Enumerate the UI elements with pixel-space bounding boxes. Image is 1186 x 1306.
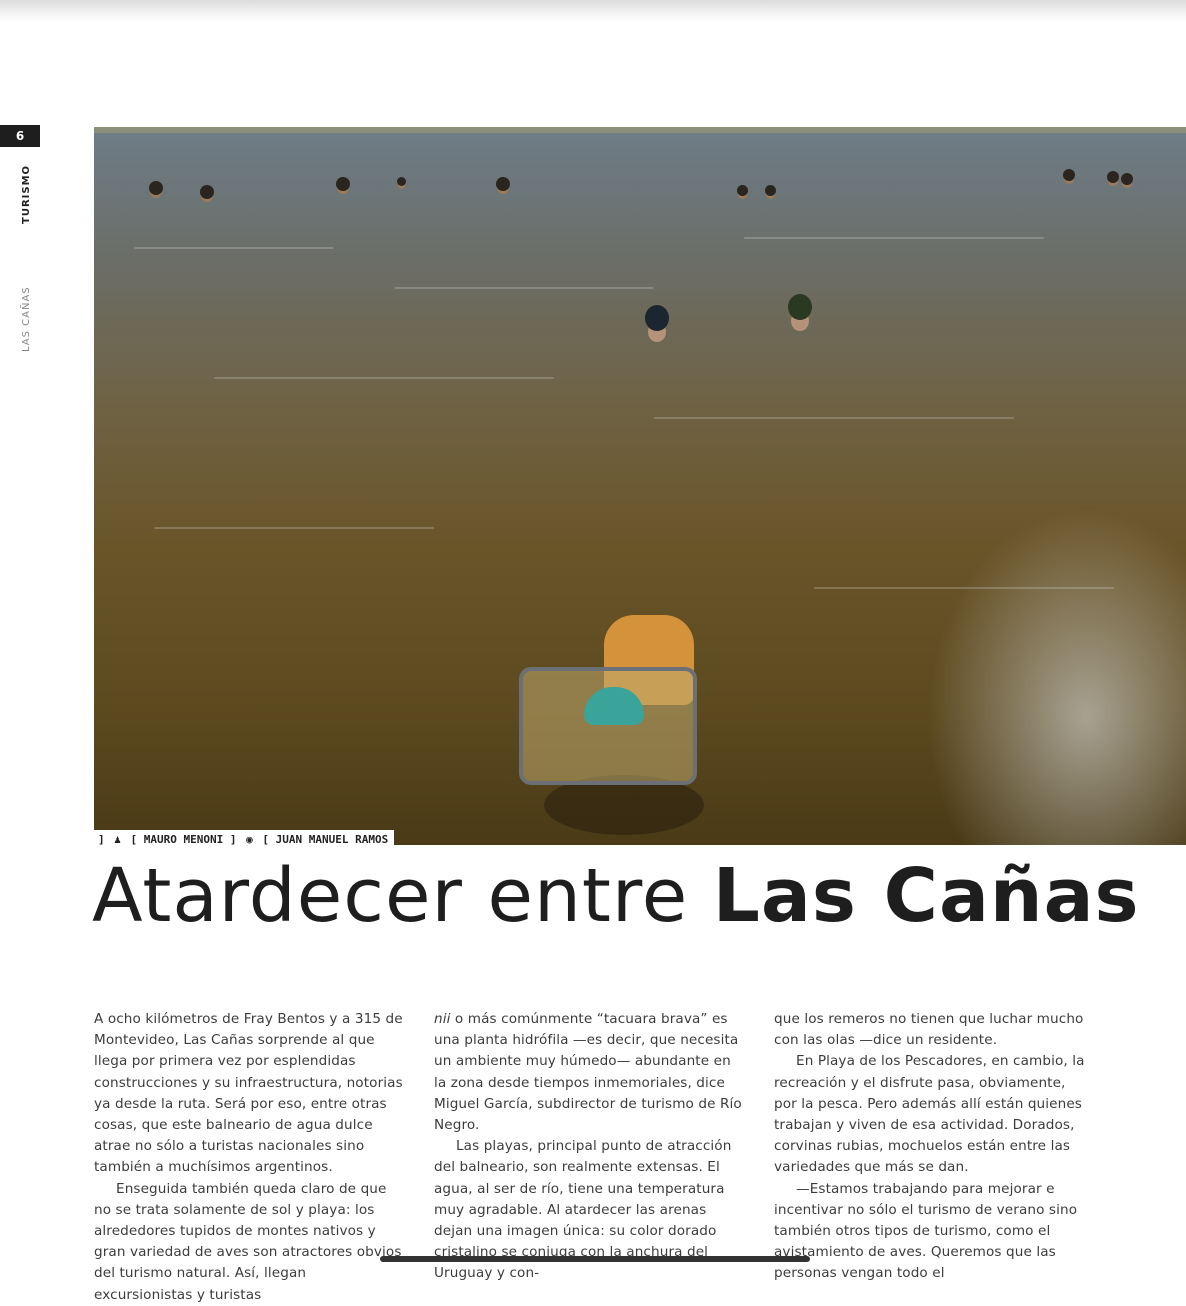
swimmer bbox=[1107, 171, 1119, 183]
water-ripple bbox=[744, 237, 1044, 239]
bracket-close: ] bbox=[229, 833, 237, 846]
swimmer bbox=[788, 294, 812, 320]
eye-icon: ◉ bbox=[246, 833, 253, 846]
water-ripple bbox=[154, 527, 434, 529]
water-ripple bbox=[214, 377, 554, 379]
bracket-close: ] bbox=[98, 833, 105, 846]
swimmer bbox=[645, 305, 669, 331]
photographer-credit: JUAN MANUEL RAMOS bbox=[275, 833, 389, 846]
swimmer bbox=[1121, 173, 1133, 185]
paragraph-text: o más comúnmente “tacuara brava” es una … bbox=[434, 1011, 742, 1134]
place-label: LAS CAÑAS bbox=[21, 286, 32, 352]
headline: Atardecer entre Las Cañas bbox=[92, 853, 1140, 939]
floating-lounger bbox=[514, 615, 704, 835]
paragraph: En Playa de los Pescadores, en cambio, l… bbox=[774, 1053, 1085, 1176]
section-label: TURISMO bbox=[21, 164, 32, 224]
sun-glare bbox=[926, 507, 1186, 845]
page-number: 6 bbox=[0, 125, 40, 147]
body-column-3: que los remeros no tienen que luchar muc… bbox=[774, 1009, 1086, 1285]
photo-credit: ] ♟ [ MAURO MENONI ] ◉ [ JUAN MANUEL RAM… bbox=[94, 830, 395, 849]
swimmer bbox=[765, 185, 776, 196]
pen-person-icon: ♟ bbox=[114, 833, 121, 846]
water-ripple bbox=[654, 417, 1014, 419]
bracket-open: [ bbox=[262, 833, 269, 846]
swimmer bbox=[397, 177, 406, 186]
swimmer bbox=[496, 177, 510, 191]
italic-term: nii bbox=[434, 1011, 451, 1027]
horizontal-scrollbar[interactable] bbox=[380, 1256, 810, 1262]
browser-top-shade bbox=[0, 0, 1186, 22]
far-shore bbox=[94, 127, 1186, 133]
headline-light: Atardecer entre bbox=[92, 853, 713, 939]
writer-credit: MAURO MENONI bbox=[143, 833, 224, 846]
water-ripple bbox=[134, 247, 334, 249]
paragraph: Las playas, principal punto de atracción… bbox=[434, 1138, 732, 1282]
bracket-open: [ bbox=[130, 833, 138, 846]
water-ripple bbox=[394, 287, 654, 289]
lead-photo bbox=[94, 127, 1186, 845]
paragraph: nii o más comúnmente “tacuara brava” es … bbox=[434, 1009, 746, 1136]
swimmer bbox=[737, 185, 748, 196]
body-column-1: A ocho kilómetros de Fray Bentos y a 315… bbox=[94, 1009, 406, 1306]
swimmer bbox=[149, 181, 163, 195]
swimmer bbox=[200, 185, 214, 199]
paragraph: Enseguida también queda claro de que no … bbox=[94, 1180, 402, 1303]
paragraph: —Estamos trabajando para mejorar e incen… bbox=[774, 1180, 1078, 1282]
paragraph: A ocho kilómetros de Fray Bentos y a 315… bbox=[94, 1011, 403, 1176]
paragraph: que los remeros no tienen que luchar muc… bbox=[774, 1011, 1084, 1049]
swimmer bbox=[336, 177, 350, 191]
body-column-2: nii o más comúnmente “tacuara brava” es … bbox=[434, 1009, 746, 1285]
chair-back bbox=[519, 667, 697, 785]
headline-bold: Las Cañas bbox=[712, 853, 1140, 939]
swimmer bbox=[1063, 169, 1075, 181]
